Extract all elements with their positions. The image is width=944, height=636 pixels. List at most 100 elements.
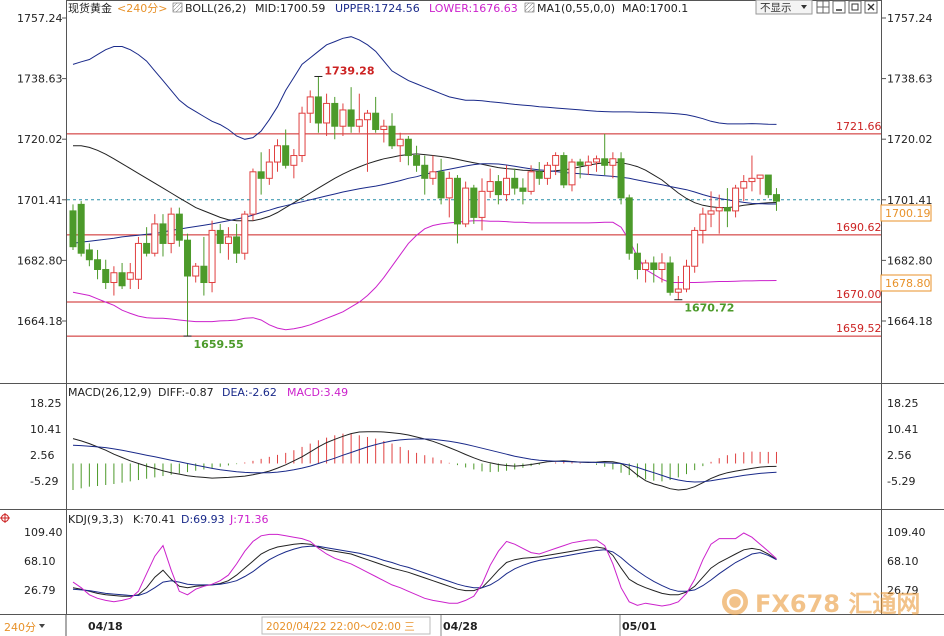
kdj-y-tick: 26.79	[24, 584, 56, 597]
candle	[576, 158, 584, 179]
candle	[339, 103, 347, 136]
macd-diff: DIFF:-0.87	[158, 386, 214, 399]
candle	[151, 214, 159, 257]
y-tick-left: 1701.41	[17, 194, 63, 207]
candle	[462, 181, 470, 228]
candle	[772, 188, 780, 211]
candle	[429, 155, 437, 185]
y-tick-right: 1664.18	[887, 315, 933, 328]
tile-icon[interactable]	[816, 0, 830, 14]
fx678-logo: FX678 汇通网	[722, 589, 920, 618]
candle	[355, 93, 363, 133]
crosshair-icon[interactable]	[0, 513, 10, 523]
period-label[interactable]: <240分>	[117, 2, 167, 15]
candlesticks	[69, 76, 780, 337]
candle	[102, 259, 110, 290]
macd-label: MACD(26,12,9)	[68, 386, 152, 399]
y-tick-left: 1757.24	[17, 12, 63, 25]
lower-band-tag: 1678.80	[885, 277, 931, 290]
candle	[290, 149, 298, 179]
date-label-0501: 05/01	[622, 620, 657, 633]
candle	[200, 236, 208, 296]
candle	[208, 220, 216, 293]
restore-icon[interactable]	[848, 0, 862, 14]
period-chevron-icon[interactable]	[39, 624, 45, 628]
main-y-axis-left: 1757.24 1738.63 1720.02 1701.41 1682.80 1664.…	[17, 12, 67, 328]
ma-icon	[524, 2, 535, 13]
candle	[69, 204, 77, 250]
minimize-icon[interactable]	[832, 0, 846, 14]
candle	[331, 96, 339, 140]
candle	[224, 227, 232, 260]
candle	[633, 243, 641, 280]
close-icon[interactable]	[864, 0, 878, 14]
footer-period: 240分	[4, 621, 36, 634]
macd-y-tick-right: -5.29	[887, 475, 915, 488]
candle	[560, 152, 568, 189]
candle	[167, 207, 175, 254]
kdj-y-tick: 68.10	[24, 555, 56, 568]
candle	[650, 256, 658, 283]
y-tick-right: 1720.02	[887, 133, 933, 146]
candle	[110, 266, 118, 296]
hline-label: 1690.62	[836, 221, 882, 234]
candle	[216, 223, 224, 254]
kdj-y-tick-right: 109.40	[887, 526, 926, 539]
candle	[543, 162, 551, 185]
macd-value: MACD:3.49	[287, 386, 348, 399]
candle	[118, 262, 126, 290]
candle	[94, 249, 102, 280]
macd-y-tick-right: 2.56	[887, 449, 912, 462]
boll-mid: MID:1700.59	[255, 2, 325, 15]
candle	[699, 207, 707, 244]
candle	[666, 256, 674, 296]
candle	[519, 178, 527, 205]
candle	[404, 135, 412, 166]
candle	[380, 119, 388, 143]
kdj-j: J:71.36	[229, 513, 268, 526]
macd-y-tick: -5.29	[30, 475, 58, 488]
candle	[257, 152, 265, 195]
y-tick-left: 1682.80	[17, 254, 63, 267]
candle	[609, 152, 617, 179]
current-price-tag: 1700.19	[885, 207, 931, 220]
candle	[241, 210, 249, 260]
candle	[445, 171, 453, 218]
candle	[527, 165, 535, 195]
candle	[568, 158, 576, 192]
macd-y-tick: 2.56	[30, 449, 55, 462]
annotation-label: 1739.28	[324, 64, 374, 77]
candle	[674, 276, 682, 300]
candle	[478, 178, 486, 231]
candle	[372, 96, 380, 133]
candle	[233, 223, 241, 263]
hide-button-label: 不显示	[760, 2, 792, 14]
stock-chart: 1757.24 1738.63 1720.02 1701.41 1682.80 1664.…	[0, 0, 944, 636]
candle	[625, 194, 633, 260]
candle	[421, 155, 429, 195]
kdj-y-axis: 109.40 109.4068.10 68.1026.79 26.79	[24, 526, 926, 597]
candle	[249, 168, 257, 221]
boll-label: BOLL(26,2)	[185, 2, 246, 15]
cursor-time: 2020/04/22 22:00～02:00 三	[266, 621, 415, 633]
candle	[715, 194, 723, 234]
macd-y-tick-right: 18.25	[887, 397, 919, 410]
boll-icon	[172, 2, 183, 13]
candle	[265, 149, 273, 185]
candle	[691, 227, 699, 273]
y-tick-left: 1720.02	[17, 133, 63, 146]
candle	[396, 132, 404, 163]
candle	[584, 155, 592, 176]
candle	[453, 175, 461, 244]
candle	[134, 236, 142, 290]
candle	[175, 207, 183, 247]
candle	[511, 168, 519, 195]
hide-button[interactable]: 不显示	[755, 0, 813, 15]
candle	[298, 106, 306, 163]
kdj-y-tick-right: 68.10	[887, 555, 919, 568]
macd-dea: DEA:-2.62	[222, 386, 277, 399]
candle	[723, 188, 731, 228]
kdj-label: KDJ(9,3,3)	[68, 513, 124, 526]
candle	[413, 145, 421, 172]
candle	[388, 113, 396, 150]
